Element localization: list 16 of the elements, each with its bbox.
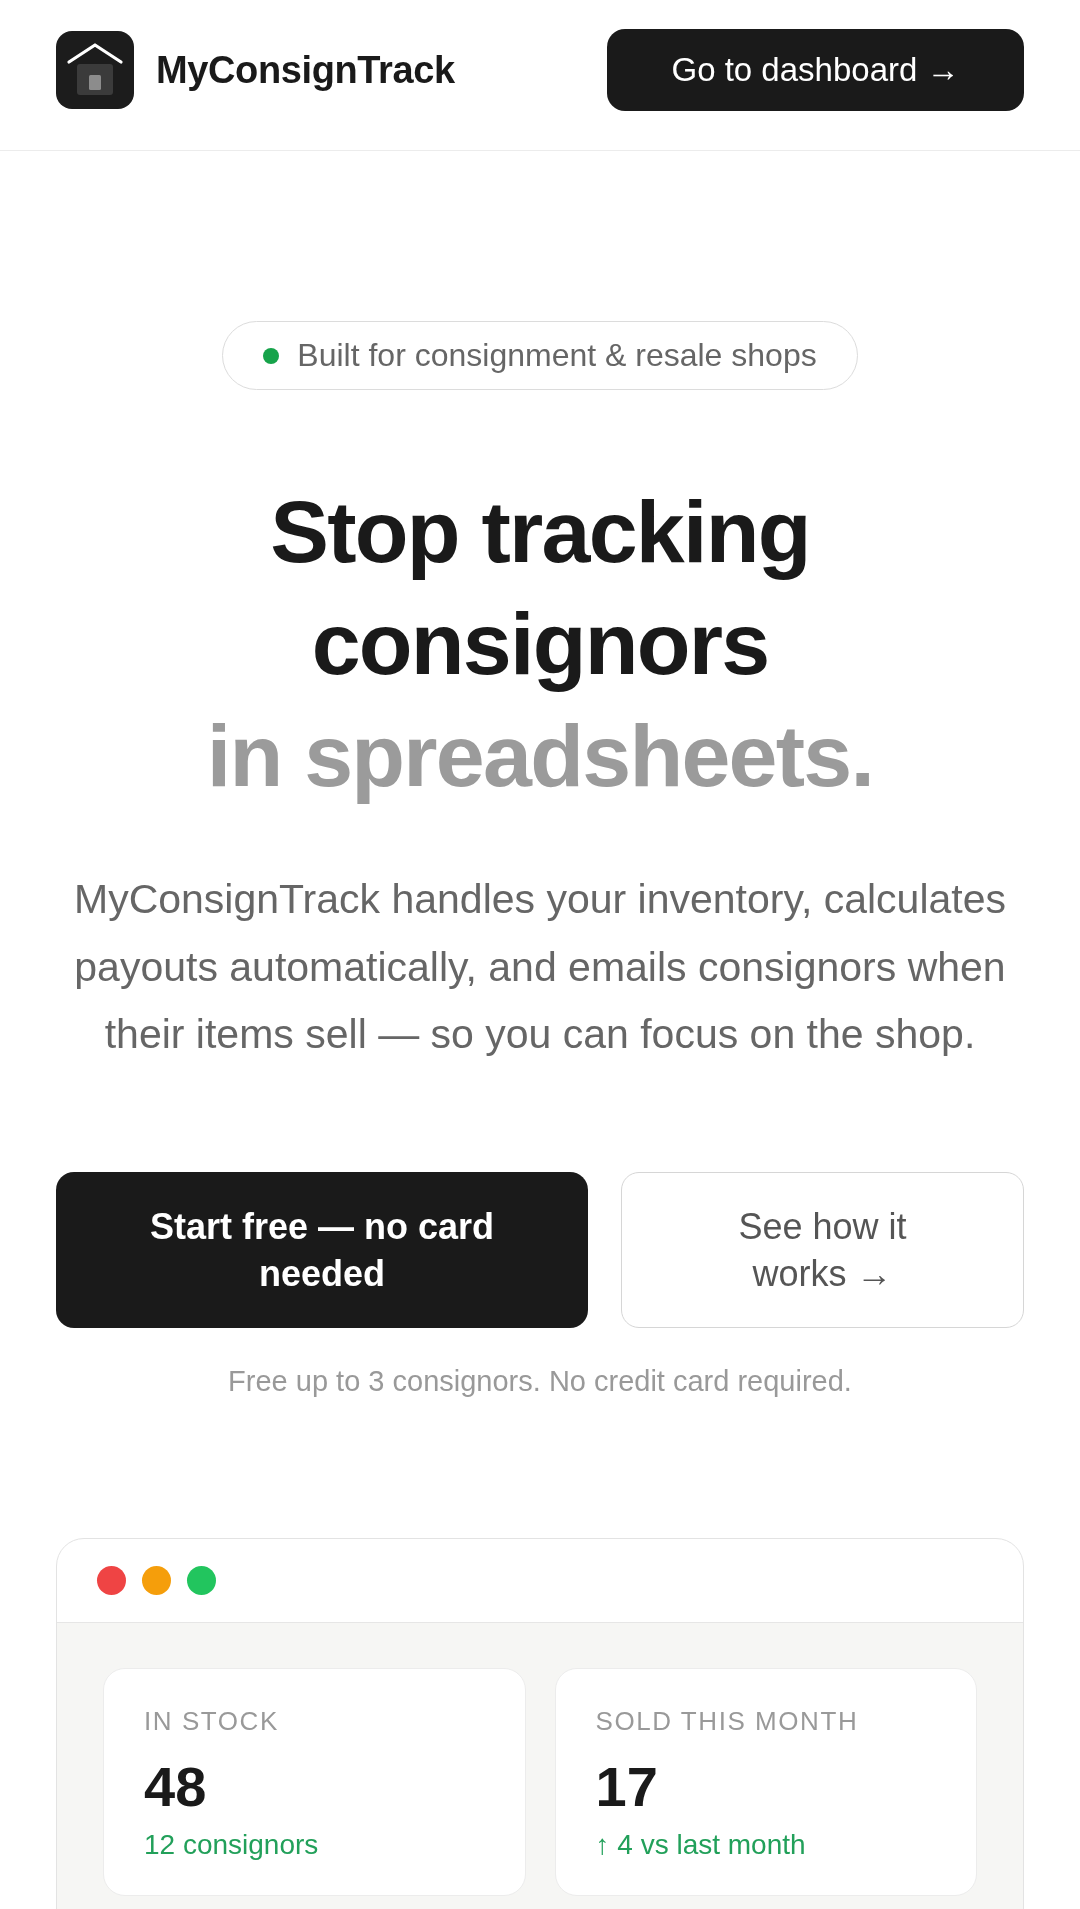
tagline-text: Built for consignment & resale shops	[297, 337, 817, 374]
stat-detail: ↑ 4 vs last month	[595, 1827, 807, 1862]
hero-description: MyConsignTrack handles your inventory, calculates payouts automatically, and emails consignors when their items sell — so you can focus on the shop.	[73, 875, 1007, 1060]
stat-value: 48	[144, 1754, 208, 1819]
how-it-works-button[interactable]: See how it works →	[621, 1171, 1024, 1328]
headline: Stop tracking consignors in spreadsheets.	[205, 481, 875, 807]
signup-button[interactable]: Start free — no card needed	[56, 1171, 588, 1328]
status-dot-icon	[263, 347, 280, 364]
dashboard-button[interactable]: Go to dashboard →	[607, 29, 1024, 111]
stat-value: 17	[595, 1754, 659, 1819]
stat-detail: 12 consignors	[144, 1827, 320, 1862]
pricing-note: Free up to 3 consignors. No credit card required.	[228, 1363, 852, 1399]
stat-label: IN STOCK	[144, 1704, 280, 1737]
stat-label: SOLD THIS MONTH	[595, 1704, 860, 1737]
house-icon	[56, 31, 134, 109]
brand-name: MyConsignTrack	[156, 48, 455, 92]
